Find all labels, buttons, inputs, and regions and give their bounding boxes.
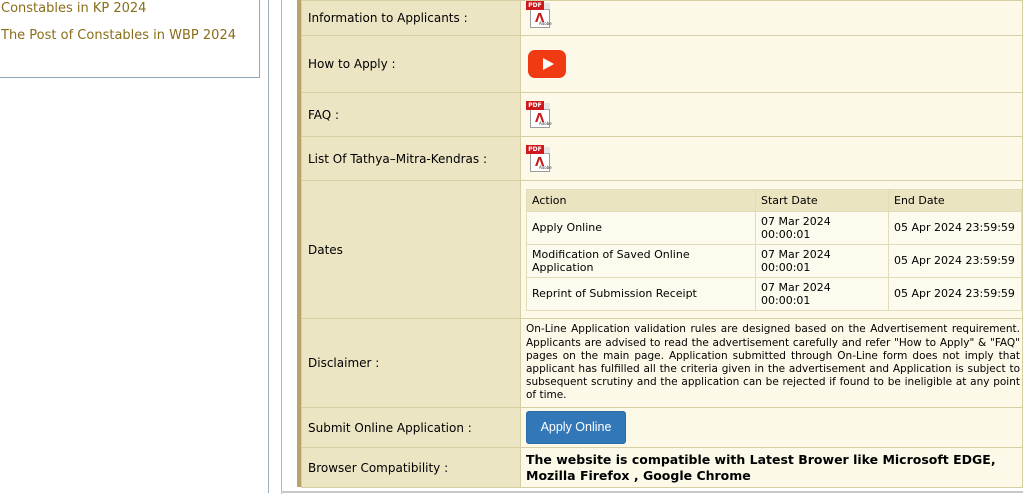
sidebar-link-kp-constables[interactable]: Constables in KP 2024 (1, 1, 146, 16)
disclaimer-label: Disclaimer : (301, 318, 521, 408)
kendras-pdf-icon[interactable]: PDF ᐱ Adobe (526, 144, 552, 173)
row-information: Information to Applicants : PDF ᐱ Adobe (301, 0, 1023, 36)
dates-end: 05 Apr 2024 23:59:59 (888, 243, 1022, 278)
dates-header-end: End Date (888, 188, 1022, 212)
row-tathya-mitra-kendras: List Of Tathya–Mitra-Kendras : PDF ᐱ Adob… (301, 136, 1023, 181)
table-row: Apply Online 07 Mar 2024 00:00:01 05 Apr… (526, 210, 1022, 245)
row-disclaimer: Disclaimer : On-Line Application validat… (301, 318, 1023, 408)
info-label: Information to Applicants : (301, 0, 521, 36)
application-info-table: Information to Applicants : PDF ᐱ Adobe H… (301, 0, 1023, 488)
sidebar-divider (268, 0, 269, 493)
dates-start: 07 Mar 2024 00:00:01 (755, 243, 889, 278)
row-how-to-apply: How to Apply : (301, 35, 1023, 93)
table-row: Modification of Saved Online Application… (526, 243, 1022, 278)
application-info-table-wrap: Information to Applicants : PDF ᐱ Adobe H… (301, 0, 1023, 488)
dates-end: 05 Apr 2024 23:59:59 (888, 210, 1022, 245)
table-row: Reprint of Submission Receipt 07 Mar 202… (526, 276, 1022, 311)
list-kendras-label: List Of Tathya–Mitra-Kendras : (301, 136, 521, 181)
apply-online-button[interactable]: Apply Online (526, 411, 626, 444)
browser-compat-label: Browser Compatibility : (301, 447, 521, 488)
sidebar-link-wbp-constables[interactable]: The Post of Constables in WBP 2024 (1, 28, 236, 43)
row-browser-compatibility: Browser Compatibility : The website is c… (301, 447, 1023, 488)
dates-header-action: Action (526, 188, 756, 212)
dates-table: Action Start Date End Date Apply Online … (526, 188, 1022, 311)
disclaimer-text: On-Line Application validation rules are… (526, 323, 1020, 402)
dates-action: Apply Online (526, 210, 756, 245)
info-pdf-icon[interactable]: PDF ᐱ Adobe (526, 1, 552, 29)
row-dates: Dates Action Start Date End Date Apply O… (301, 180, 1023, 319)
dates-start: 07 Mar 2024 00:00:01 (755, 276, 889, 311)
browser-compat-text: The website is compatible with Latest Br… (526, 451, 996, 483)
dates-table-header: Action Start Date End Date (526, 188, 1022, 212)
dates-start: 07 Mar 2024 00:00:01 (755, 210, 889, 245)
sidebar-panel: Constables in KP 2024 The Post of Consta… (0, 0, 260, 78)
faq-label: FAQ : (301, 92, 521, 137)
faq-pdf-icon[interactable]: PDF ᐱ Adobe (526, 100, 552, 129)
how-to-apply-label: How to Apply : (301, 35, 521, 93)
dates-end: 05 Apr 2024 23:59:59 (888, 276, 1022, 311)
dates-header-start: Start Date (755, 188, 889, 212)
dates-label: Dates (301, 180, 521, 319)
submit-label: Submit Online Application : (301, 407, 521, 448)
dates-action: Modification of Saved Online Application (526, 243, 756, 278)
row-submit: Submit Online Application : Apply Online (301, 407, 1023, 448)
dates-action: Reprint of Submission Receipt (526, 276, 756, 311)
row-faq: FAQ : PDF ᐱ Adobe (301, 92, 1023, 137)
youtube-play-icon[interactable] (528, 50, 566, 78)
